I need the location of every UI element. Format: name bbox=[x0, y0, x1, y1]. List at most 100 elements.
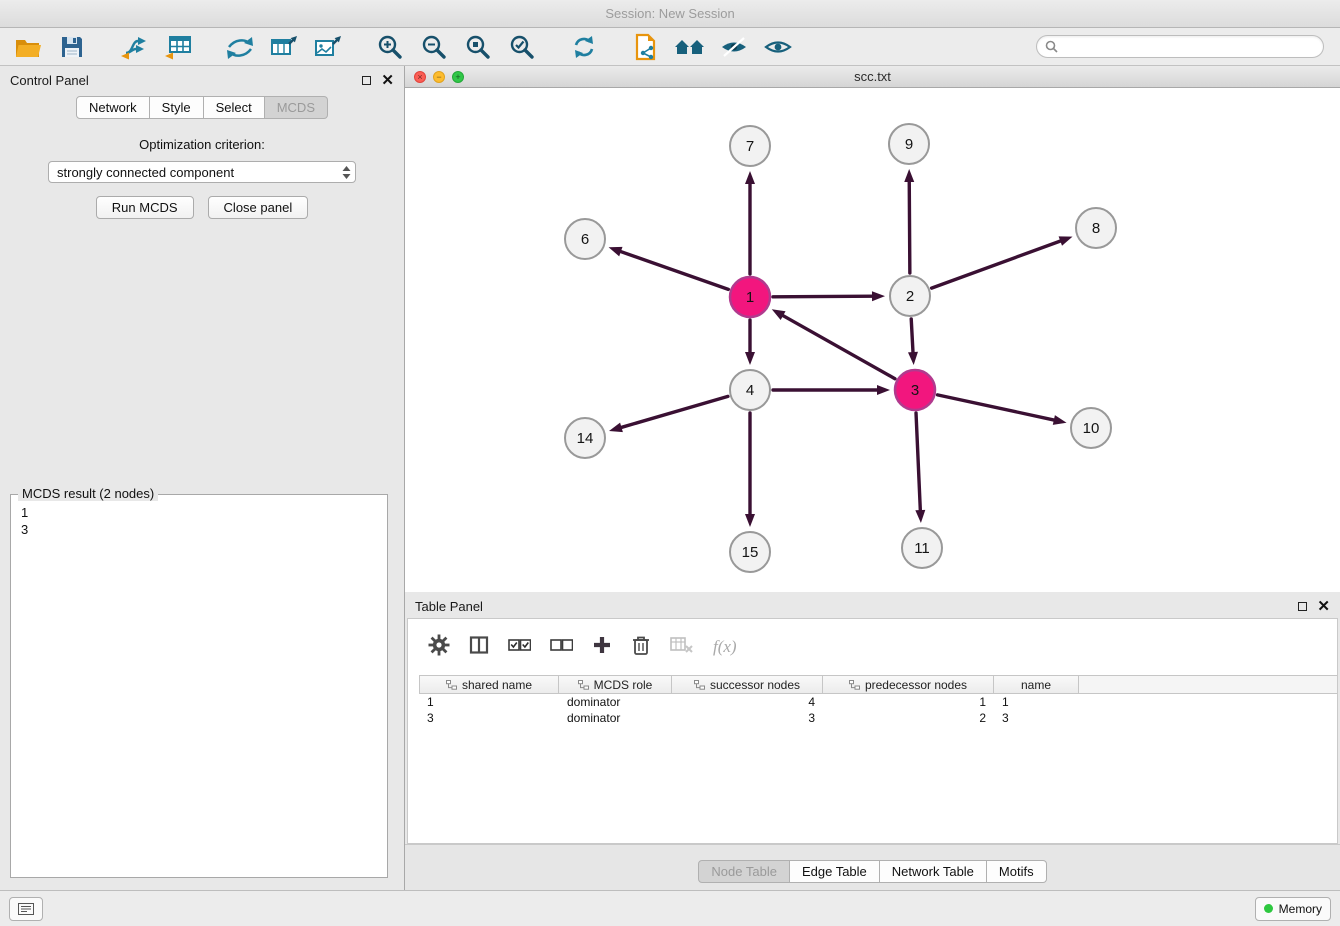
delete-columns-button[interactable] bbox=[631, 634, 651, 661]
graph-edge[interactable] bbox=[773, 291, 885, 301]
import-network-icon bbox=[119, 34, 149, 60]
graph-edge[interactable] bbox=[745, 320, 755, 365]
import-network-button[interactable] bbox=[116, 30, 152, 64]
cell-shared-name[interactable]: 1 bbox=[419, 694, 559, 710]
export-document-button[interactable] bbox=[628, 30, 664, 64]
cell-mcds-role[interactable]: dominator bbox=[559, 710, 672, 726]
column-header-shared-name[interactable]: shared name bbox=[419, 675, 559, 694]
tab-mcds[interactable]: MCDS bbox=[265, 96, 328, 119]
graph-edge[interactable] bbox=[915, 413, 925, 523]
graph-edge[interactable] bbox=[937, 395, 1066, 425]
tab-style[interactable]: Style bbox=[150, 96, 204, 119]
apply-layout-button[interactable] bbox=[566, 30, 602, 64]
import-table-icon bbox=[163, 34, 193, 60]
zoom-selected-button[interactable] bbox=[504, 30, 540, 64]
gear-icon bbox=[428, 634, 450, 656]
graph-node-9[interactable]: 9 bbox=[889, 124, 929, 164]
column-header-predecessor-nodes[interactable]: predecessor nodes bbox=[823, 675, 994, 694]
zoom-out-button[interactable] bbox=[416, 30, 452, 64]
memory-button[interactable]: Memory bbox=[1255, 897, 1331, 921]
traffic-close-button[interactable]: × bbox=[414, 71, 426, 83]
cell-predecessor-nodes[interactable]: 2 bbox=[823, 710, 994, 726]
graph-node-3[interactable]: 3 bbox=[895, 370, 935, 410]
graph-node-7[interactable]: 7 bbox=[730, 126, 770, 166]
mcds-result-title: MCDS result (2 nodes) bbox=[18, 486, 158, 501]
cell-name[interactable]: 3 bbox=[994, 710, 1079, 726]
toolbar-search-box[interactable] bbox=[1036, 35, 1324, 58]
graph-edge[interactable] bbox=[745, 171, 755, 274]
mcds-result-box[interactable]: MCDS result (2 nodes) 1 3 bbox=[10, 494, 388, 878]
float-table-panel-icon[interactable] bbox=[1298, 602, 1307, 611]
show-elements-button[interactable] bbox=[760, 30, 796, 64]
graph-edge[interactable] bbox=[609, 396, 728, 432]
cell-name[interactable]: 1 bbox=[994, 694, 1079, 710]
export-image-button[interactable] bbox=[310, 30, 346, 64]
tab-network[interactable]: Network bbox=[76, 96, 150, 119]
zoom-fit-button[interactable] bbox=[460, 30, 496, 64]
traffic-zoom-button[interactable]: + bbox=[452, 71, 464, 83]
graph-node-10[interactable]: 10 bbox=[1071, 408, 1111, 448]
table-row[interactable]: 1 dominator 4 1 1 bbox=[419, 694, 1337, 710]
control-panel: Control Panel ✕ Network Style Select MCD… bbox=[0, 66, 405, 890]
save-session-button[interactable] bbox=[54, 30, 90, 64]
graph-node-14[interactable]: 14 bbox=[565, 418, 605, 458]
graph-edge[interactable] bbox=[908, 319, 918, 365]
graph-node-4[interactable]: 4 bbox=[730, 370, 770, 410]
zoom-in-button[interactable] bbox=[372, 30, 408, 64]
network-canvas[interactable]: 7 9 6 8 1 2 4 3 14 10 15 11 bbox=[405, 88, 1340, 591]
graph-edge[interactable] bbox=[609, 247, 729, 289]
graph-node-11[interactable]: 11 bbox=[902, 528, 942, 568]
cell-successor-nodes[interactable]: 3 bbox=[672, 710, 823, 726]
float-panel-icon[interactable] bbox=[362, 76, 371, 85]
export-table-icon bbox=[269, 34, 299, 60]
function-builder-button[interactable]: f(x) bbox=[713, 637, 737, 657]
close-panel-icon[interactable]: ✕ bbox=[381, 73, 394, 88]
network-view-window: × − + scc.txt 7968124314101511 bbox=[405, 66, 1340, 592]
table-settings-button[interactable] bbox=[428, 634, 450, 661]
graph-edge[interactable] bbox=[773, 385, 890, 395]
graph-edge[interactable] bbox=[772, 309, 895, 378]
tab-network-table[interactable]: Network Table bbox=[880, 860, 987, 883]
column-header-name[interactable]: name bbox=[994, 675, 1079, 694]
run-mcds-button[interactable]: Run MCDS bbox=[96, 196, 194, 219]
task-history-button[interactable] bbox=[9, 897, 43, 921]
graph-edge[interactable] bbox=[904, 169, 914, 273]
toggle-column-view-button[interactable] bbox=[469, 635, 489, 660]
window-titlebar: Session: New Session bbox=[0, 0, 1340, 28]
graph-node-6[interactable]: 6 bbox=[565, 219, 605, 259]
search-input[interactable] bbox=[1063, 40, 1315, 54]
traffic-minimize-button[interactable]: − bbox=[433, 71, 445, 83]
delete-table-button[interactable] bbox=[670, 635, 694, 660]
graph-node-15[interactable]: 15 bbox=[730, 532, 770, 572]
graph-edge[interactable] bbox=[932, 236, 1073, 288]
graph-node-8[interactable]: 8 bbox=[1076, 208, 1116, 248]
tab-motifs[interactable]: Motifs bbox=[987, 860, 1047, 883]
hide-elements-button[interactable] bbox=[716, 30, 752, 64]
column-header-successor-nodes[interactable]: successor nodes bbox=[672, 675, 823, 694]
export-network-button[interactable] bbox=[222, 30, 258, 64]
cell-mcds-role[interactable]: dominator bbox=[559, 694, 672, 710]
graph-edge[interactable] bbox=[745, 413, 755, 527]
graph-node-2[interactable]: 2 bbox=[890, 276, 930, 316]
cell-successor-nodes[interactable]: 4 bbox=[672, 694, 823, 710]
graph-node-1[interactable]: 1 bbox=[730, 277, 770, 317]
column-header-mcds-role[interactable]: MCDS role bbox=[559, 675, 672, 694]
import-table-button[interactable] bbox=[160, 30, 196, 64]
tab-node-table[interactable]: Node Table bbox=[698, 860, 790, 883]
select-all-rows-button[interactable] bbox=[508, 638, 531, 657]
export-table-button[interactable] bbox=[266, 30, 302, 64]
close-table-panel-icon[interactable]: ✕ bbox=[1317, 599, 1330, 614]
table-panel-body: f(x) shared name MCDS role successor nod… bbox=[407, 618, 1338, 844]
deselect-all-rows-button[interactable] bbox=[550, 638, 573, 657]
open-file-button[interactable] bbox=[10, 30, 46, 64]
cell-shared-name[interactable]: 3 bbox=[419, 710, 559, 726]
memory-label: Memory bbox=[1279, 902, 1322, 916]
add-column-button[interactable] bbox=[592, 635, 612, 660]
table-row[interactable]: 3 dominator 3 2 3 bbox=[419, 710, 1337, 726]
cell-predecessor-nodes[interactable]: 1 bbox=[823, 694, 994, 710]
close-panel-button[interactable]: Close panel bbox=[208, 196, 309, 219]
criterion-dropdown[interactable]: strongly connected component bbox=[48, 161, 356, 183]
tab-edge-table[interactable]: Edge Table bbox=[790, 860, 880, 883]
first-neighbors-button[interactable] bbox=[672, 30, 708, 64]
tab-select[interactable]: Select bbox=[204, 96, 265, 119]
